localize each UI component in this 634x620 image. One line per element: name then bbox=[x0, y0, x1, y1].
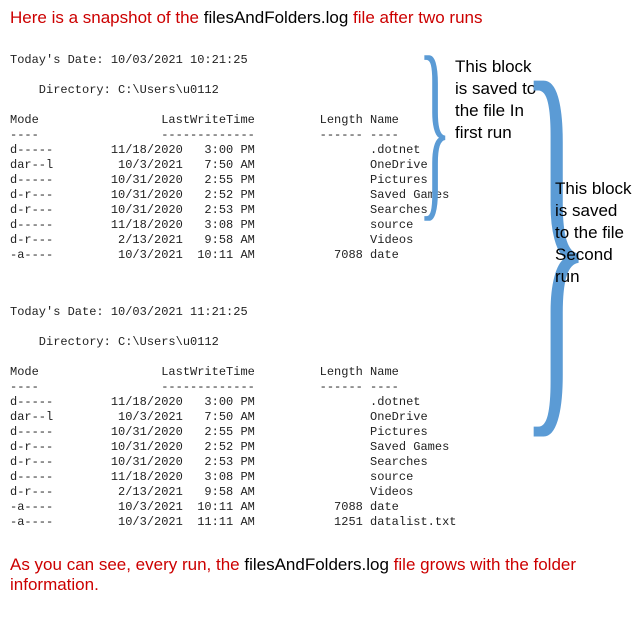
heading: Here is a snapshot of the filesAndFolder… bbox=[10, 8, 624, 28]
block2-row: dar--l 10/3/2021 7:50 AM OneDrive bbox=[10, 410, 428, 424]
block2-row: -a---- 10/3/2021 11:11 AM 1251 datalist.… bbox=[10, 515, 456, 529]
block1-row: d-r--- 10/31/2020 2:53 PM Searches bbox=[10, 203, 428, 217]
block1-row: d----- 10/31/2020 2:55 PM Pictures bbox=[10, 173, 428, 187]
footer-part1: As you can see, every run, the bbox=[10, 555, 244, 574]
block2-row: d-r--- 2/13/2021 9:58 AM Videos bbox=[10, 485, 413, 499]
heading-part3: file after two runs bbox=[348, 8, 482, 27]
footer-filename: filesAndFolders.log bbox=[244, 555, 389, 574]
block2-row: d-r--- 10/31/2020 2:53 PM Searches bbox=[10, 455, 428, 469]
block2-row: d-r--- 10/31/2020 2:52 PM Saved Games bbox=[10, 440, 449, 454]
block2-sep: ---- ------------- ------ ---- bbox=[10, 380, 399, 394]
block1-date: Today's Date: 10/03/2021 10:21:25 bbox=[10, 53, 248, 67]
block2-row: d----- 11/18/2020 3:00 PM .dotnet bbox=[10, 395, 420, 409]
footer: As you can see, every run, the filesAndF… bbox=[10, 555, 624, 595]
heading-part1: Here is a snapshot of the bbox=[10, 8, 204, 27]
log-block-2: Today's Date: 10/03/2021 11:21:25 Direct… bbox=[10, 290, 624, 545]
block1-row: d-r--- 2/13/2021 9:58 AM Videos bbox=[10, 233, 413, 247]
annotation-second-run: This block is saved to the file Second r… bbox=[555, 178, 633, 288]
block1-row: d----- 11/18/2020 3:00 PM .dotnet bbox=[10, 143, 420, 157]
block1-row: -a---- 10/3/2021 10:11 AM 7088 date bbox=[10, 248, 399, 262]
block2-date: Today's Date: 10/03/2021 11:21:25 bbox=[10, 305, 248, 319]
block1-header: Mode LastWriteTime Length Name bbox=[10, 113, 399, 127]
block2-row: d----- 11/18/2020 3:08 PM source bbox=[10, 470, 413, 484]
block1-dir: Directory: C:\Users\u0112 bbox=[10, 83, 219, 97]
log-stage: Today's Date: 10/03/2021 10:21:25 Direct… bbox=[10, 38, 624, 545]
block2-row: -a---- 10/3/2021 10:11 AM 7088 date bbox=[10, 500, 399, 514]
heading-filename: filesAndFolders.log bbox=[204, 8, 349, 27]
block2-header: Mode LastWriteTime Length Name bbox=[10, 365, 399, 379]
block1-row: d-r--- 10/31/2020 2:52 PM Saved Games bbox=[10, 188, 449, 202]
annotation-first-run: This block is saved to the file In first… bbox=[455, 56, 543, 144]
block2-row: d----- 10/31/2020 2:55 PM Pictures bbox=[10, 425, 428, 439]
block2-dir: Directory: C:\Users\u0112 bbox=[10, 335, 219, 349]
block1-row: d----- 11/18/2020 3:08 PM source bbox=[10, 218, 413, 232]
block1-sep: ---- ------------- ------ ---- bbox=[10, 128, 399, 142]
block1-row: dar--l 10/3/2021 7:50 AM OneDrive bbox=[10, 158, 428, 172]
